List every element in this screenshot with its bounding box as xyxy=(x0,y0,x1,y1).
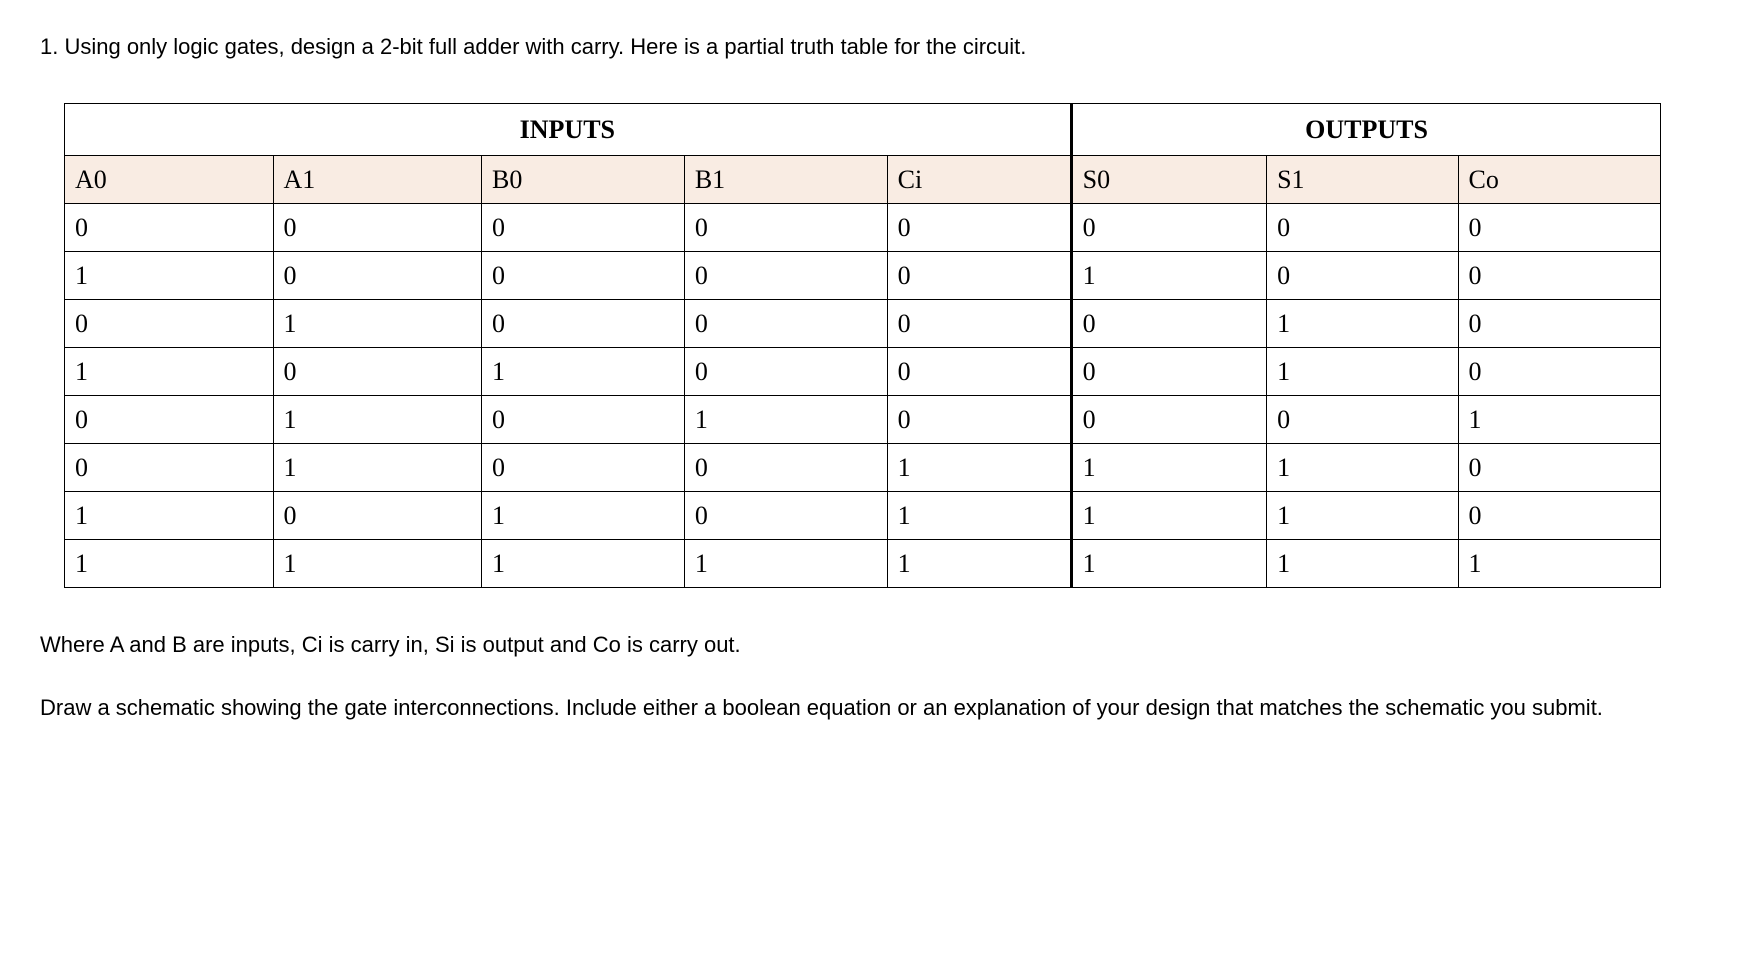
table-cell: 1 xyxy=(887,444,1071,492)
table-cell: 0 xyxy=(887,300,1071,348)
table-cell: 0 xyxy=(1267,396,1458,444)
table-row: 11111111 xyxy=(65,540,1661,588)
table-cell: 1 xyxy=(1267,540,1458,588)
table-row: 01000010 xyxy=(65,300,1661,348)
table-cell: 1 xyxy=(1071,540,1266,588)
instruction-text: Draw a schematic showing the gate interc… xyxy=(40,691,1660,724)
table-cell: 1 xyxy=(1071,444,1266,492)
question-text: 1. Using only logic gates, design a 2-bi… xyxy=(40,30,1704,63)
table-cell: 0 xyxy=(1458,348,1661,396)
table-cell: 0 xyxy=(482,252,685,300)
table-cell: 0 xyxy=(65,444,274,492)
table-cell: 1 xyxy=(1267,348,1458,396)
table-cell: 0 xyxy=(1071,348,1266,396)
table-cell: 0 xyxy=(273,252,482,300)
table-cell: 0 xyxy=(273,204,482,252)
table-cell: 0 xyxy=(482,396,685,444)
table-row: 00000000 xyxy=(65,204,1661,252)
table-cell: 1 xyxy=(65,252,274,300)
table-cell: 0 xyxy=(887,348,1071,396)
table-cell: 0 xyxy=(1267,204,1458,252)
table-cell: 0 xyxy=(482,444,685,492)
col-header: A0 xyxy=(65,156,274,204)
table-cell: 1 xyxy=(273,540,482,588)
table-row: 10100010 xyxy=(65,348,1661,396)
col-header: A1 xyxy=(273,156,482,204)
table-cell: 1 xyxy=(482,348,685,396)
table-cell: 1 xyxy=(1267,492,1458,540)
table-cell: 1 xyxy=(1071,252,1266,300)
table-cell: 1 xyxy=(65,540,274,588)
table-cell: 0 xyxy=(887,204,1071,252)
table-cell: 0 xyxy=(1267,252,1458,300)
table-cell: 0 xyxy=(65,300,274,348)
table-cell: 0 xyxy=(1071,204,1266,252)
col-header: S0 xyxy=(1071,156,1266,204)
table-row: 01001110 xyxy=(65,444,1661,492)
col-header: S1 xyxy=(1267,156,1458,204)
col-header: B1 xyxy=(684,156,887,204)
col-header: Co xyxy=(1458,156,1661,204)
table-cell: 0 xyxy=(482,300,685,348)
table-cell: 0 xyxy=(684,492,887,540)
description-text: Where A and B are inputs, Ci is carry in… xyxy=(40,628,1704,661)
table-cell: 1 xyxy=(65,348,274,396)
table-cell: 1 xyxy=(1458,540,1661,588)
table-cell: 0 xyxy=(1458,492,1661,540)
truth-table: INPUTS OUTPUTS A0 A1 B0 B1 Ci S0 S1 Co 0… xyxy=(64,103,1661,588)
table-cell: 0 xyxy=(482,204,685,252)
table-cell: 1 xyxy=(273,300,482,348)
table-cell: 1 xyxy=(1267,300,1458,348)
table-cell: 0 xyxy=(273,348,482,396)
table-cell: 0 xyxy=(1071,300,1266,348)
column-header-row: A0 A1 B0 B1 Ci S0 S1 Co xyxy=(65,156,1661,204)
table-cell: 0 xyxy=(684,204,887,252)
table-row: 10101110 xyxy=(65,492,1661,540)
table-row: 10000100 xyxy=(65,252,1661,300)
table-cell: 1 xyxy=(1458,396,1661,444)
table-cell: 0 xyxy=(65,204,274,252)
table-cell: 0 xyxy=(1458,444,1661,492)
table-cell: 0 xyxy=(273,492,482,540)
table-cell: 0 xyxy=(684,348,887,396)
table-cell: 0 xyxy=(887,396,1071,444)
table-cell: 1 xyxy=(65,492,274,540)
table-cell: 0 xyxy=(684,300,887,348)
table-cell: 0 xyxy=(684,252,887,300)
table-cell: 0 xyxy=(684,444,887,492)
table-cell: 0 xyxy=(1458,204,1661,252)
table-cell: 1 xyxy=(273,444,482,492)
col-header: Ci xyxy=(887,156,1071,204)
table-cell: 0 xyxy=(887,252,1071,300)
table-cell: 0 xyxy=(1458,252,1661,300)
table-cell: 1 xyxy=(482,492,685,540)
table-cell: 1 xyxy=(273,396,482,444)
outputs-group-header: OUTPUTS xyxy=(1071,104,1661,156)
table-cell: 1 xyxy=(887,540,1071,588)
table-cell: 1 xyxy=(684,396,887,444)
table-cell: 1 xyxy=(1267,444,1458,492)
table-cell: 0 xyxy=(1071,396,1266,444)
col-header: B0 xyxy=(482,156,685,204)
inputs-group-header: INPUTS xyxy=(65,104,1072,156)
table-cell: 1 xyxy=(1071,492,1266,540)
table-cell: 1 xyxy=(684,540,887,588)
table-cell: 1 xyxy=(887,492,1071,540)
table-cell: 1 xyxy=(482,540,685,588)
table-cell: 0 xyxy=(65,396,274,444)
table-row: 01010001 xyxy=(65,396,1661,444)
table-cell: 0 xyxy=(1458,300,1661,348)
